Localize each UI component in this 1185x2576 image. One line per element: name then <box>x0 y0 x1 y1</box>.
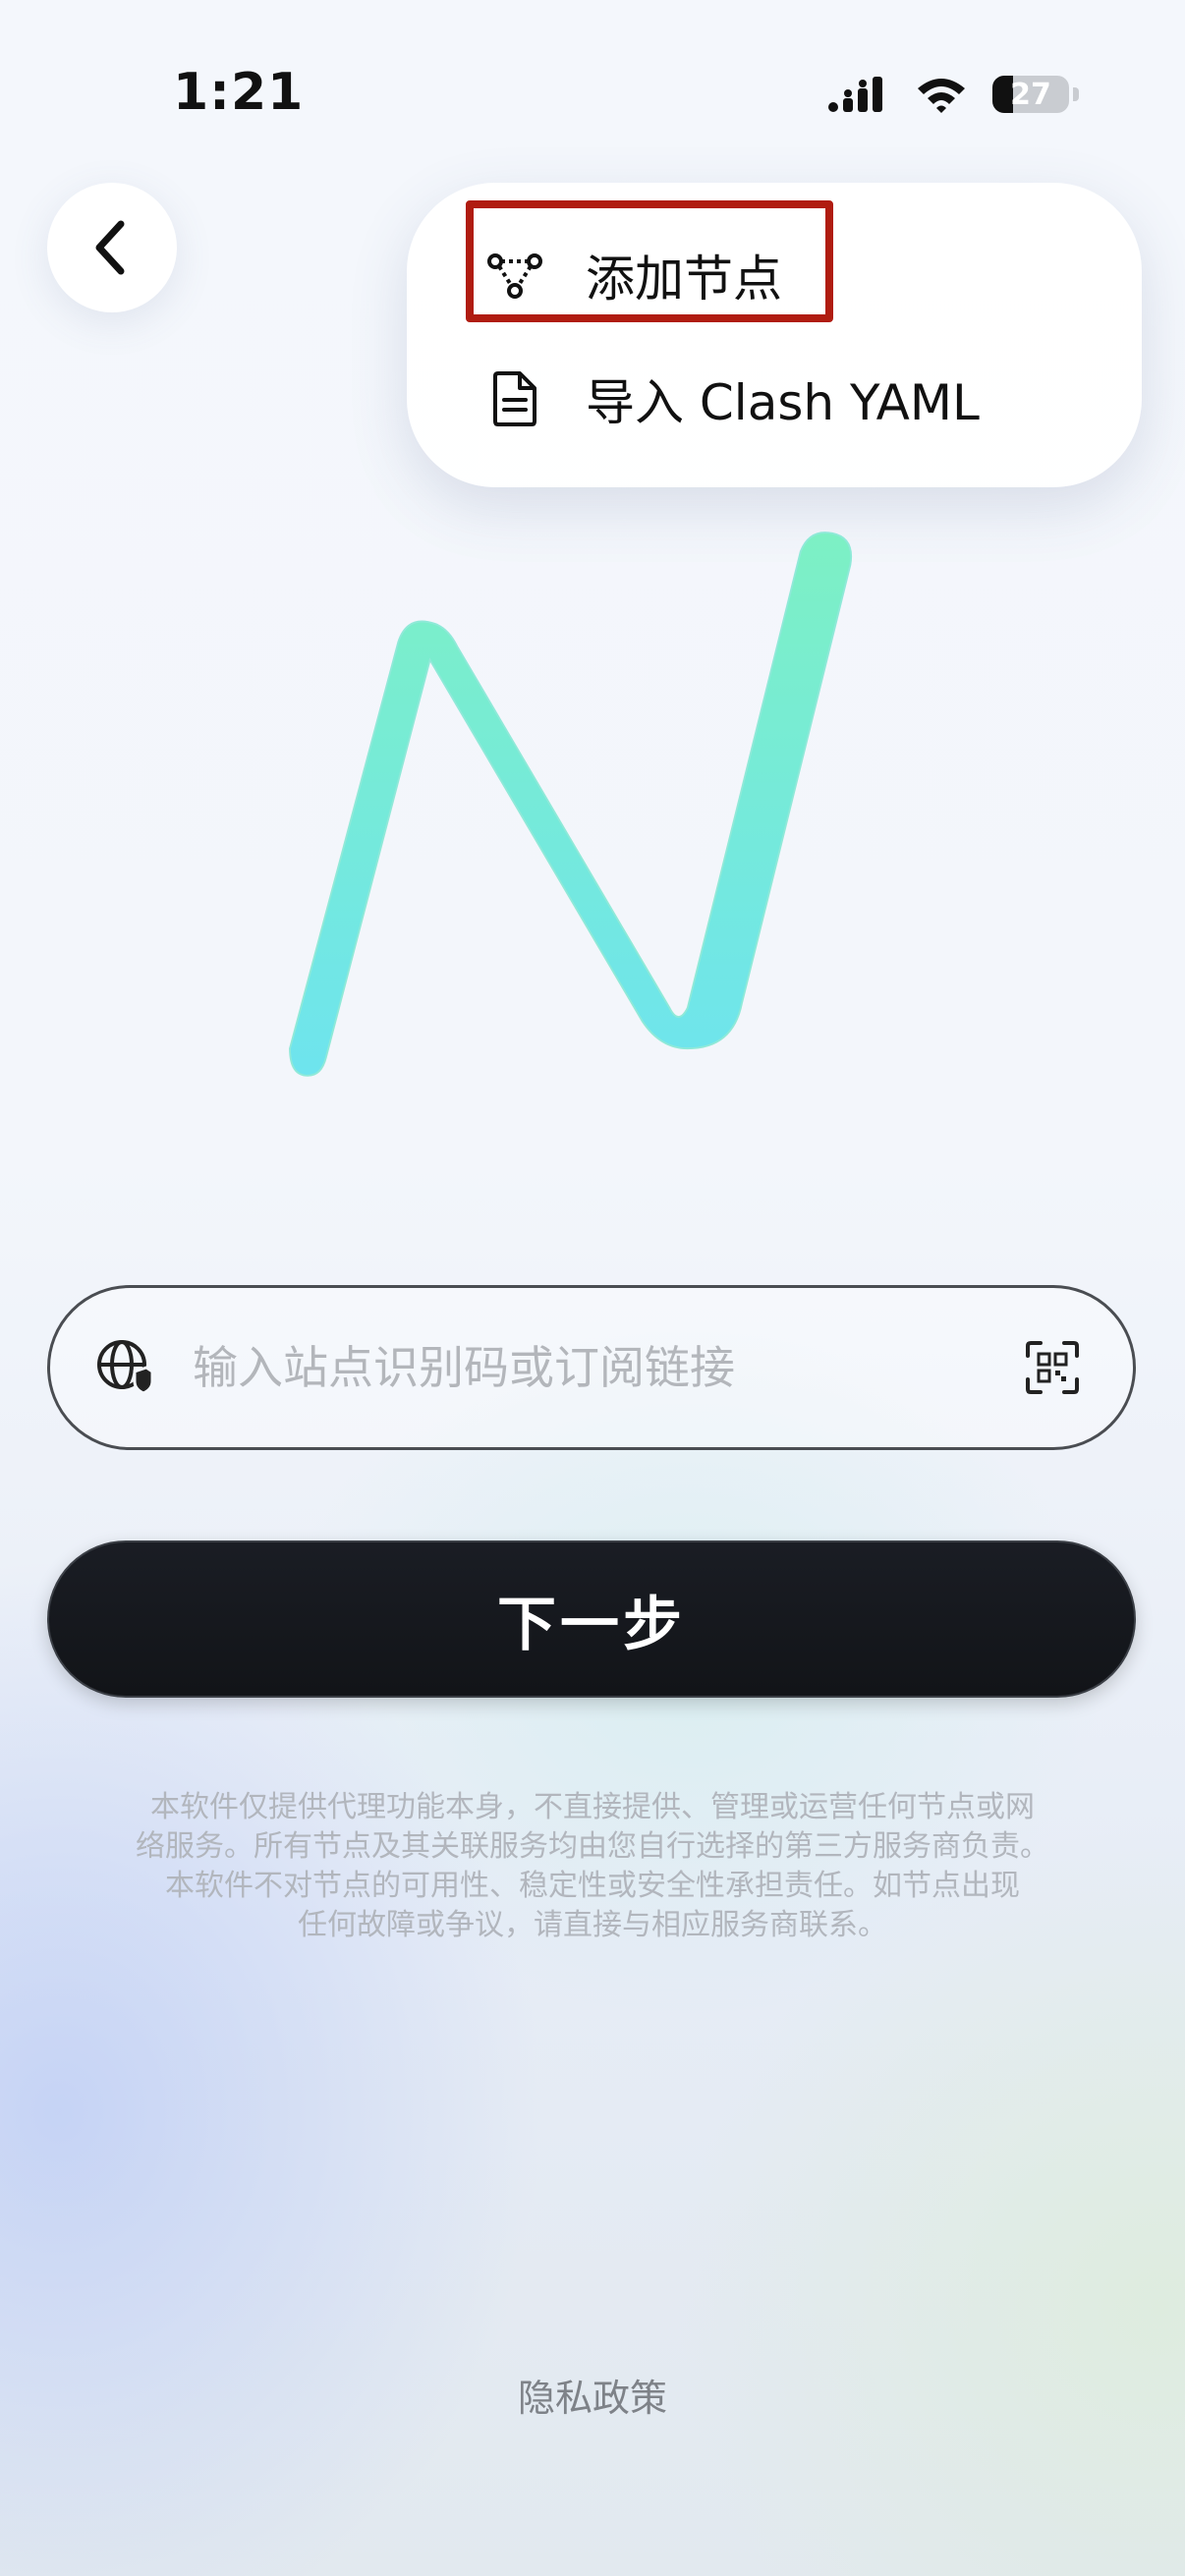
menu-item-import-clash-label: 导入 Clash YAML <box>586 374 980 431</box>
globe-shield-icon <box>97 1340 154 1395</box>
next-button[interactable]: 下一步 <box>47 1540 1136 1698</box>
wifi-icon <box>918 79 965 113</box>
chevron-left-icon <box>95 220 125 275</box>
subscription-input[interactable] <box>191 1340 1030 1395</box>
status-icons: 27 <box>827 73 1079 116</box>
menu-item-import-clash[interactable]: 导入 Clash YAML <box>485 360 980 438</box>
battery-icon: 27 <box>992 76 1069 113</box>
disclaimer-text: 本软件仅提供代理功能本身，不直接提供、管理或运营任何节点或网 络服务。所有节点及… <box>94 1788 1091 1945</box>
menu-item-add-node[interactable]: 添加节点 <box>485 236 782 314</box>
disclaimer-line: 任何故障或争议，请直接与相应服务商联系。 <box>298 1908 887 1942</box>
disclaimer-line: 络服务。所有节点及其关联服务均由您自行选择的第三方服务商负责。 <box>136 1829 1049 1864</box>
node-network-icon <box>485 246 544 305</box>
menu-item-add-node-label: 添加节点 <box>586 251 782 308</box>
add-menu-popup: 添加节点 导入 Clash YAML <box>407 183 1142 487</box>
disclaimer-line: 本软件不对节点的可用性、稳定性或安全性承担责任。如节点出现 <box>165 1869 1020 1903</box>
subscription-input-container[interactable] <box>47 1285 1136 1450</box>
disclaimer-line: 本软件仅提供代理功能本身，不直接提供、管理或运营任何节点或网 <box>150 1790 1035 1824</box>
cellular-signal-icon <box>828 77 882 112</box>
qr-scan-icon[interactable] <box>1025 1340 1080 1395</box>
privacy-policy-link[interactable]: 隐私政策 <box>0 2368 1185 2422</box>
app-logo-n <box>289 532 853 1077</box>
document-icon <box>485 369 544 428</box>
back-button[interactable] <box>47 183 177 312</box>
battery-level: 27 <box>1010 77 1051 112</box>
status-time: 1:21 <box>173 63 305 122</box>
